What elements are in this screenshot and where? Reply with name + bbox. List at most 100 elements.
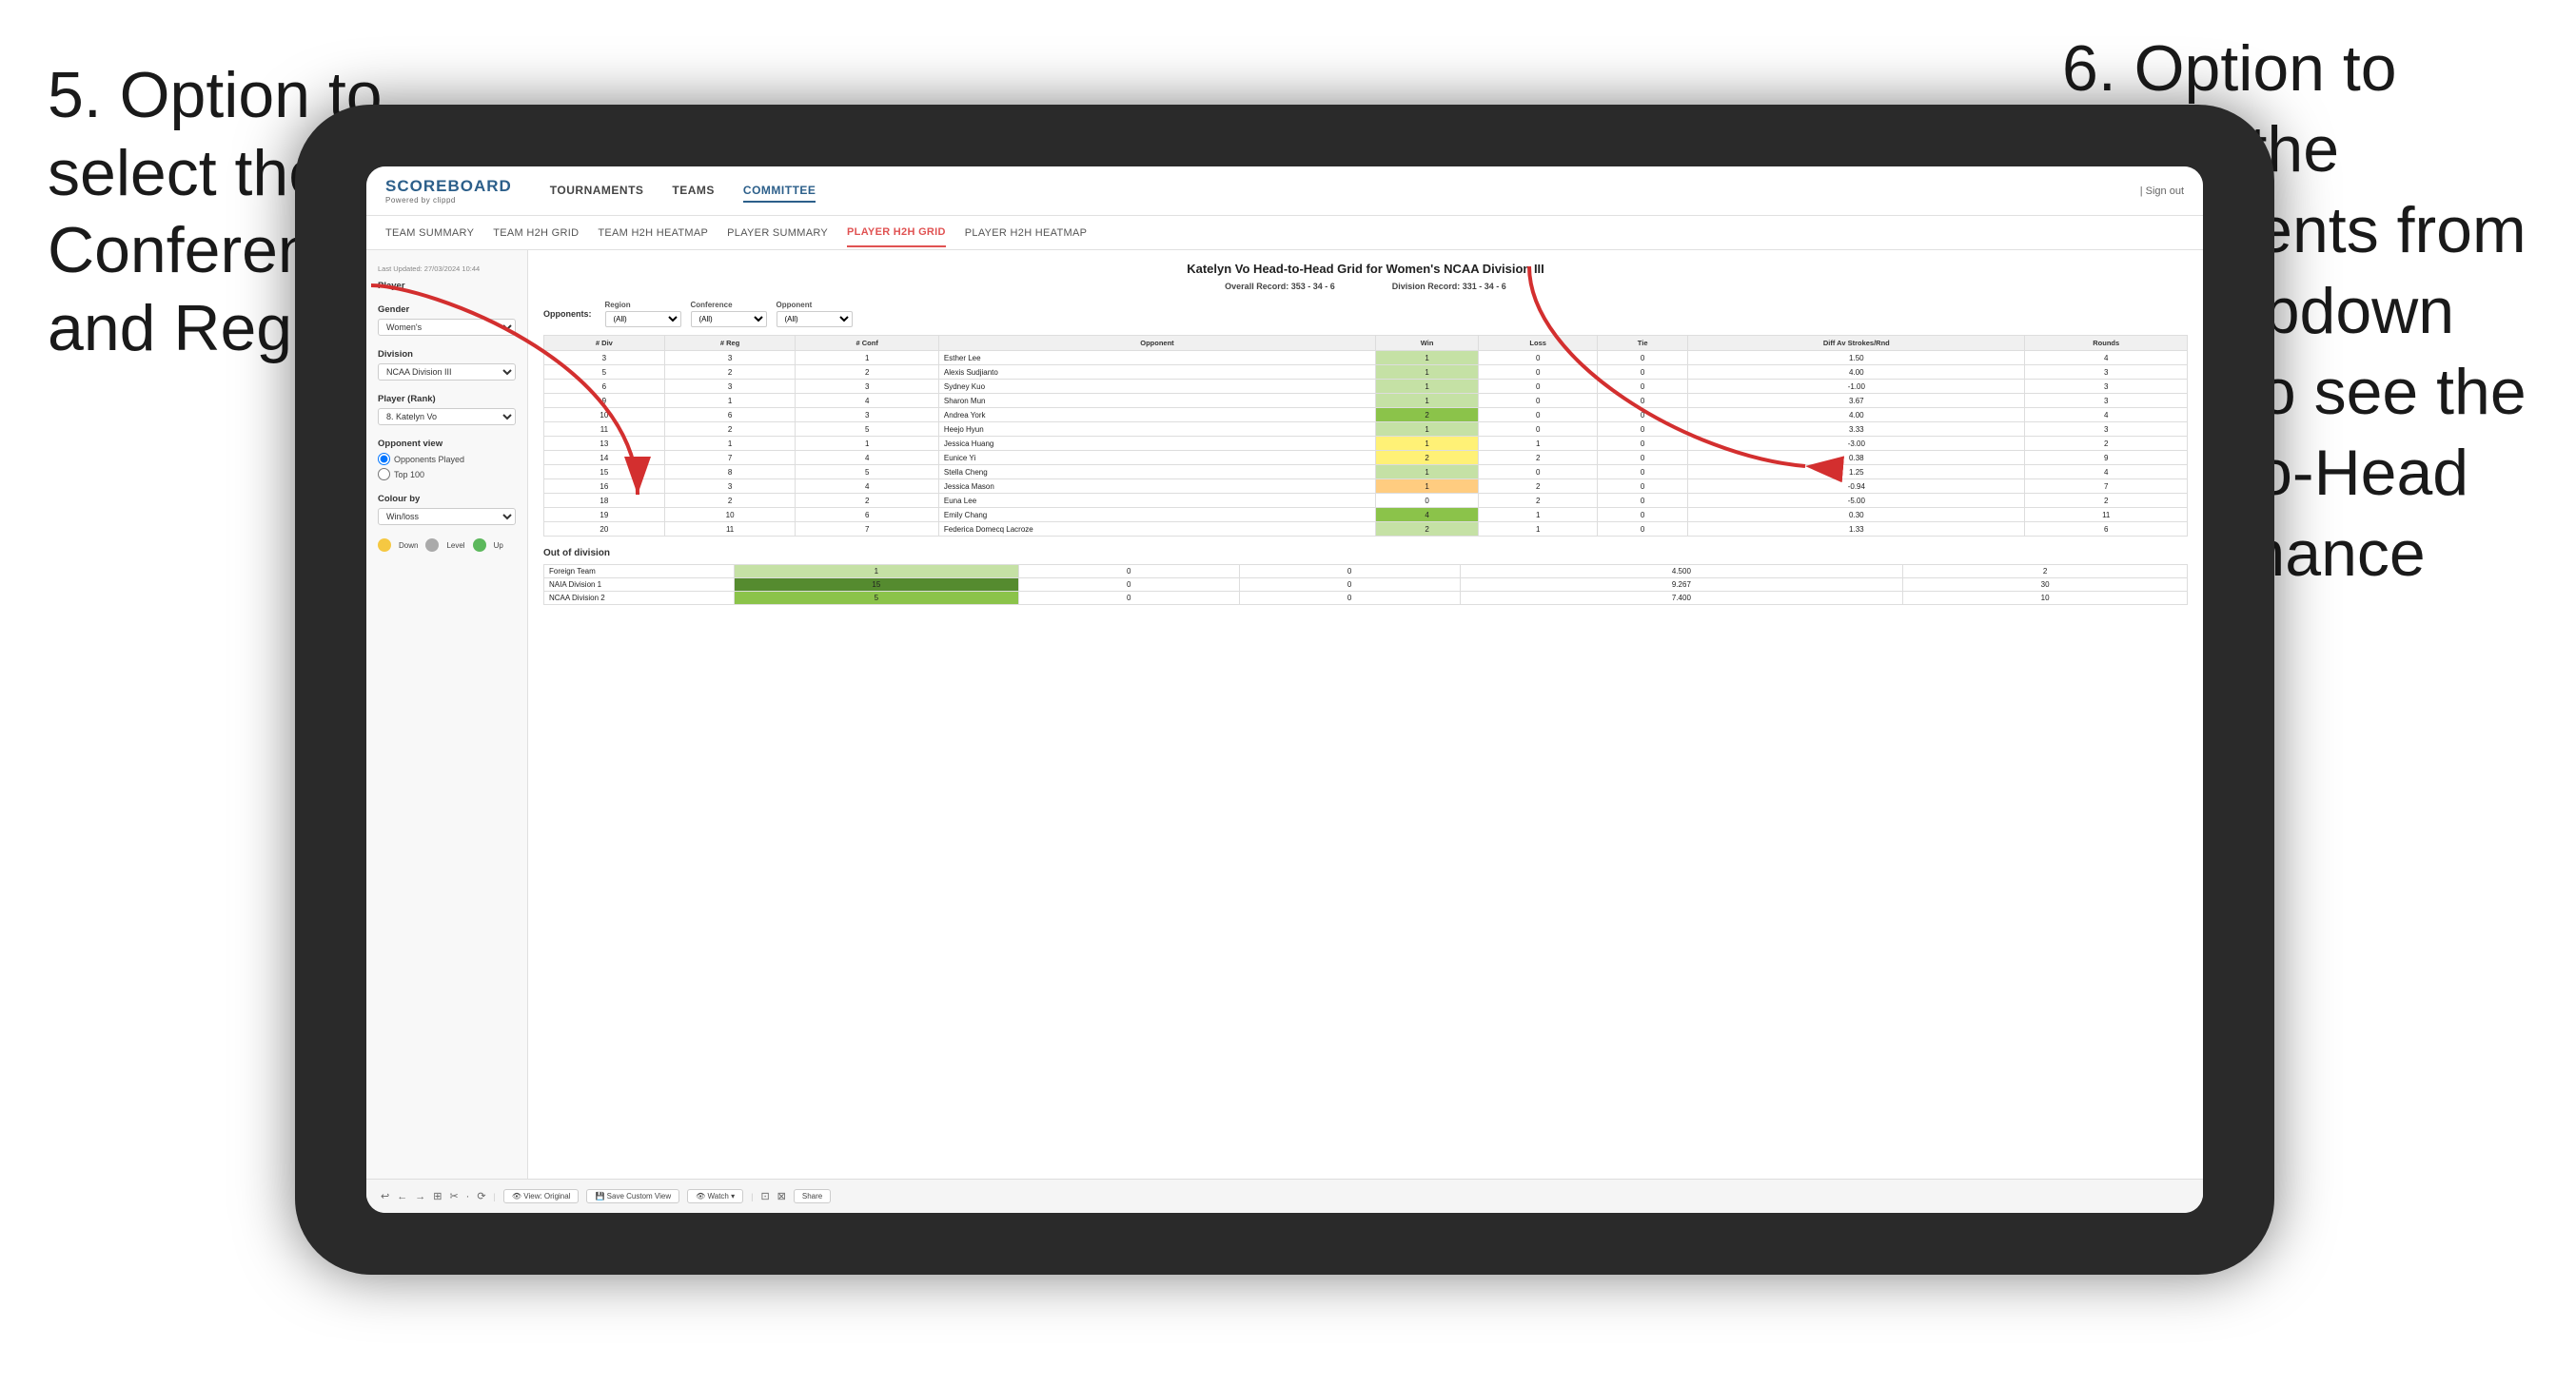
- col-diff: Diff Av Strokes/Rnd: [1688, 336, 2025, 351]
- toolbar-dot: ·: [466, 1191, 470, 1202]
- sidebar-player-rank-label: Player (Rank): [378, 394, 516, 404]
- col-reg: # Reg: [664, 336, 796, 351]
- region-label: Region: [605, 301, 681, 309]
- table-row: 9 1 4 Sharon Mun 1 0 0 3.67 3: [544, 394, 2188, 408]
- toolbar-sep1: |: [494, 1192, 496, 1201]
- opponents-label: Opponents:: [543, 309, 592, 319]
- table-row: 19 10 6 Emily Chang 4 1 0 0.30 11: [544, 508, 2188, 522]
- toolbar-sep2: |: [751, 1192, 753, 1201]
- top100-radio[interactable]: Top 100: [378, 468, 516, 480]
- logo-area: SCOREBOARD Powered by clippd: [385, 177, 512, 205]
- subnav-player-h2h-grid[interactable]: PLAYER H2H GRID: [847, 219, 946, 247]
- table-row: 3 3 1 Esther Lee 1 0 0 1.50 4: [544, 351, 2188, 365]
- table-header-row: # Div # Reg # Conf Opponent Win Loss Tie…: [544, 336, 2188, 351]
- colour-by-select[interactable]: Win/loss Performance: [378, 508, 516, 525]
- opponent-label: Opponent: [777, 301, 853, 309]
- division-select[interactable]: NCAA Division III NCAA Division I NCAA D…: [378, 363, 516, 381]
- opponents-played-radio[interactable]: Opponents Played: [378, 453, 516, 465]
- sidebar-division-section: Division NCAA Division III NCAA Division…: [378, 349, 516, 381]
- share-btn[interactable]: Share: [794, 1189, 831, 1203]
- ood-table-row: NCAA Division 2 5 0 0 7.400 10: [544, 592, 2188, 605]
- subnav-player-summary[interactable]: PLAYER SUMMARY: [727, 220, 828, 246]
- toolbar-cut[interactable]: ✂: [449, 1190, 458, 1202]
- sign-out[interactable]: | Sign out: [2140, 185, 2184, 197]
- nav-tournaments[interactable]: TOURNAMENTS: [550, 180, 644, 203]
- toolbar-icon-b[interactable]: ⊠: [777, 1190, 786, 1202]
- table-row: 14 7 4 Eunice Yi 2 2 0 0.38 9: [544, 451, 2188, 465]
- table-row: 15 8 5 Stella Cheng 1 0 0 1.25 4: [544, 465, 2188, 479]
- subnav-team-h2h-grid[interactable]: TEAM H2H GRID: [493, 220, 579, 246]
- sidebar-colour-by-label: Colour by: [378, 494, 516, 504]
- nav-items: TOURNAMENTS TEAMS COMMITTEE: [550, 180, 2140, 203]
- save-custom-view-btn[interactable]: 💾 Save Custom View: [586, 1189, 679, 1203]
- sidebar-opponent-view-label: Opponent view: [378, 439, 516, 449]
- overall-record: Overall Record: 353 - 34 - 6: [1225, 282, 1335, 291]
- legend-dot-level: [425, 538, 439, 552]
- sidebar-division-label: Division: [378, 349, 516, 360]
- toolbar-forward[interactable]: →: [415, 1191, 425, 1202]
- region-select[interactable]: (All): [605, 311, 681, 327]
- toolbar-icon-a[interactable]: ⊡: [760, 1190, 769, 1202]
- col-opponent: Opponent: [938, 336, 1375, 351]
- main-content: Last Updated: 27/03/2024 10:44 Player Ge…: [366, 250, 2203, 1213]
- tablet-frame: SCOREBOARD Powered by clippd TOURNAMENTS…: [295, 105, 2274, 1275]
- legend-dot-up: [473, 538, 486, 552]
- table-row: 16 3 4 Jessica Mason 1 2 0 -0.94 7: [544, 479, 2188, 494]
- col-tie: Tie: [1598, 336, 1688, 351]
- out-of-division-table: Foreign Team 1 0 0 4.500 2 NAIA Division…: [543, 564, 2188, 605]
- sidebar-player-label: Player: [378, 281, 516, 291]
- grid-area: Katelyn Vo Head-to-Head Grid for Women's…: [528, 250, 2203, 1213]
- table-row: 5 2 2 Alexis Sudjianto 1 0 0 4.00 3: [544, 365, 2188, 380]
- table-row: 6 3 3 Sydney Kuo 1 0 0 -1.00 3: [544, 380, 2188, 394]
- subnav-team-h2h-heatmap[interactable]: TEAM H2H HEATMAP: [598, 220, 708, 246]
- col-rounds: Rounds: [2025, 336, 2188, 351]
- nav-teams[interactable]: TEAMS: [672, 180, 715, 203]
- view-original-btn[interactable]: 👁 View: Original: [503, 1189, 580, 1203]
- sidebar-gender-section: Gender Women's Men's: [378, 304, 516, 336]
- col-loss: Loss: [1479, 336, 1598, 351]
- sidebar-opponent-view-section: Opponent view Opponents Played Top 100: [378, 439, 516, 480]
- last-updated: Last Updated: 27/03/2024 10:44: [378, 264, 516, 273]
- tablet-screen: SCOREBOARD Powered by clippd TOURNAMENTS…: [366, 166, 2203, 1213]
- filter-row: Opponents: Region (All) Conference (All): [543, 301, 2188, 327]
- legend-level-label: Level: [446, 541, 464, 550]
- conference-label: Conference: [691, 301, 767, 309]
- toolbar-undo[interactable]: ↩: [381, 1190, 389, 1202]
- toolbar-grid[interactable]: ⊞: [433, 1190, 442, 1202]
- app-header: SCOREBOARD Powered by clippd TOURNAMENTS…: [366, 166, 2203, 216]
- col-win: Win: [1376, 336, 1479, 351]
- division-record: Division Record: 331 - 34 - 6: [1392, 282, 1506, 291]
- h2h-table: # Div # Reg # Conf Opponent Win Loss Tie…: [543, 335, 2188, 537]
- subnav-player-h2h-heatmap[interactable]: PLAYER H2H HEATMAP: [965, 220, 1087, 246]
- table-row: 18 2 2 Euna Lee 0 2 0 -5.00 2: [544, 494, 2188, 508]
- table-row: 10 6 3 Andrea York 2 0 0 4.00 4: [544, 408, 2188, 422]
- legend-row: Down Level Up: [378, 538, 516, 552]
- gender-select[interactable]: Women's Men's: [378, 319, 516, 336]
- subnav-team-summary[interactable]: TEAM SUMMARY: [385, 220, 474, 246]
- table-row: 20 11 7 Federica Domecq Lacroze 2 1 0 1.…: [544, 522, 2188, 537]
- logo-text: SCOREBOARD: [385, 177, 512, 196]
- grid-title: Katelyn Vo Head-to-Head Grid for Women's…: [543, 262, 2188, 276]
- toolbar-back[interactable]: ←: [397, 1191, 407, 1202]
- player-rank-select[interactable]: 8. Katelyn Vo: [378, 408, 516, 425]
- toolbar-refresh[interactable]: ⟳: [477, 1190, 485, 1202]
- table-row: 13 1 1 Jessica Huang 1 1 0 -3.00 2: [544, 437, 2188, 451]
- sidebar-gender-label: Gender: [378, 304, 516, 315]
- logo-sub: Powered by clippd: [385, 196, 512, 205]
- sidebar: Last Updated: 27/03/2024 10:44 Player Ge…: [366, 250, 528, 1213]
- legend-down-label: Down: [399, 541, 418, 550]
- sidebar-player-rank-section: Player (Rank) 8. Katelyn Vo: [378, 394, 516, 425]
- opponent-view-options: Opponents Played Top 100: [378, 453, 516, 480]
- sidebar-colour-by-section: Colour by Win/loss Performance: [378, 494, 516, 525]
- conference-select[interactable]: (All): [691, 311, 767, 327]
- legend-up-label: Up: [494, 541, 503, 550]
- filter-opponent: Opponent (All): [777, 301, 853, 327]
- bottom-toolbar: ↩ ← → ⊞ ✂ · ⟳ | 👁 View: Original 💾 Save …: [366, 1179, 2203, 1213]
- table-row: 11 2 5 Heejo Hyun 1 0 0 3.33 3: [544, 422, 2188, 437]
- col-div: # Div: [544, 336, 665, 351]
- legend-dot-down: [378, 538, 391, 552]
- ood-table-row: Foreign Team 1 0 0 4.500 2: [544, 565, 2188, 578]
- watch-btn[interactable]: 👁 Watch ▾: [687, 1189, 743, 1203]
- nav-committee[interactable]: COMMITTEE: [743, 180, 816, 203]
- opponent-select[interactable]: (All): [777, 311, 853, 327]
